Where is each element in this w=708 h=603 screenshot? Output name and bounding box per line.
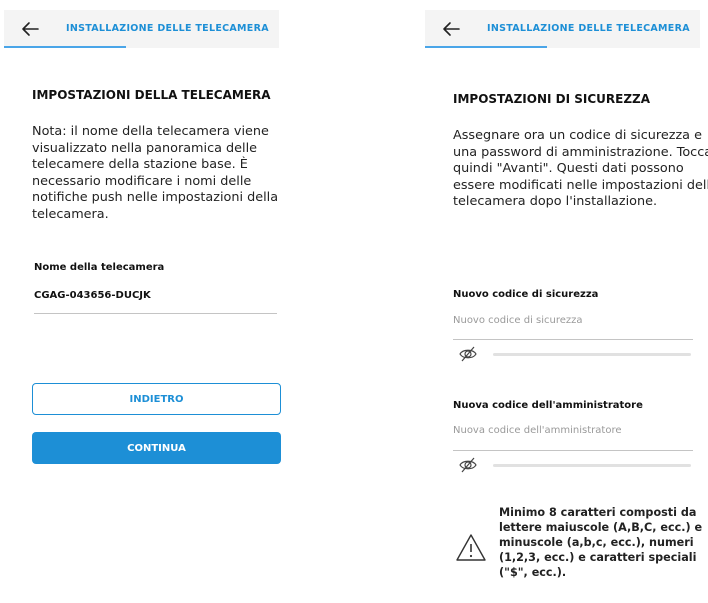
header-bar: INSTALLAZIONE DELLE TELECAMERA <box>4 10 279 48</box>
header-title: INSTALLAZIONE DELLE TELECAMERA <box>66 23 269 34</box>
camera-name-field[interactable]: CGAG-043656-DUCJK <box>34 290 151 301</box>
password-strength-bar <box>493 464 691 467</box>
description-text: Nota: il nome della telecamera viene vis… <box>32 124 279 222</box>
camera-name-label: Nome della telecamera <box>34 262 165 273</box>
security-code-underline <box>453 339 693 340</box>
password-strength-bar <box>493 353 691 356</box>
header-title: INSTALLAZIONE DELLE TELECAMERA <box>487 23 690 34</box>
progress-indicator <box>425 46 547 48</box>
eye-hidden-icon[interactable] <box>458 344 478 364</box>
section-title: IMPOSTAZIONI DELLA TELECAMERA <box>32 88 271 102</box>
camera-name-underline <box>34 313 277 314</box>
back-button[interactable]: INDIETRO <box>32 383 281 415</box>
admin-code-input[interactable]: Nuova codice dell'amministratore <box>453 425 622 436</box>
back-arrow-icon[interactable] <box>439 17 463 41</box>
warning-triangle-icon <box>456 534 486 561</box>
camera-settings-screen: INSTALLAZIONE DELLE TELECAMERA IMPOSTAZI… <box>4 0 287 603</box>
section-title: IMPOSTAZIONI DI SICUREZZA <box>453 92 651 106</box>
header-bar: INSTALLAZIONE DELLE TELECAMERA <box>425 10 700 48</box>
progress-indicator <box>4 46 126 48</box>
admin-code-label: Nuova codice dell'amministratore <box>453 400 643 411</box>
security-code-input[interactable]: Nuovo codice di sicurezza <box>453 315 583 326</box>
description-text: Assegnare ora un codice di sicurezza e u… <box>453 128 708 209</box>
eye-hidden-icon[interactable] <box>458 455 478 475</box>
security-code-label: Nuovo codice di sicurezza <box>453 289 599 300</box>
password-requirements-note: Minimo 8 caratteri composti da lettere m… <box>499 506 703 579</box>
security-settings-screen: INSTALLAZIONE DELLE TELECAMERA IMPOSTAZI… <box>425 0 708 603</box>
admin-code-underline <box>453 450 693 451</box>
continue-button[interactable]: CONTINUA <box>32 432 281 464</box>
back-arrow-icon[interactable] <box>18 17 42 41</box>
